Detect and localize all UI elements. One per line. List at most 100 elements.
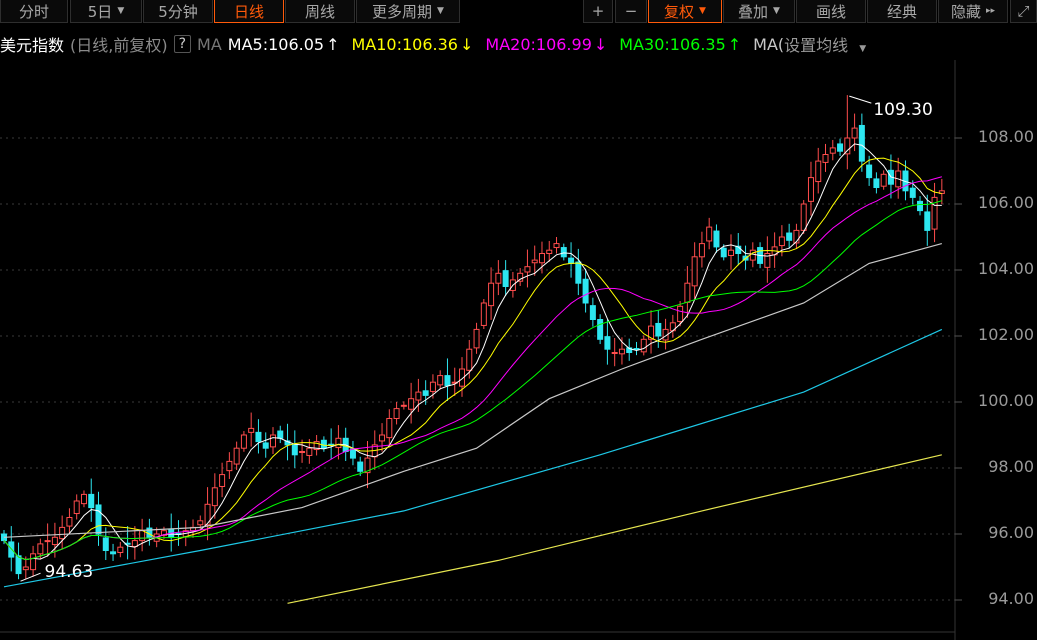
chevron-down-icon: ▼	[859, 44, 867, 54]
candle-up	[393, 408, 400, 420]
candle-up	[131, 540, 138, 548]
ma30-arrow-icon: ↑	[727, 34, 742, 54]
candle-up	[851, 127, 858, 139]
toolbar-button-6[interactable]: 隐藏 ▸▸	[938, 0, 1008, 23]
chevron-down-icon: ▼	[437, 6, 444, 16]
candle-up	[706, 226, 713, 242]
candle-up	[415, 391, 422, 401]
candle-down	[88, 493, 95, 509]
toolbar-button-0[interactable]: 分时	[0, 0, 68, 23]
candle-up	[524, 266, 531, 273]
candle-down	[917, 200, 924, 212]
candle-up	[44, 540, 51, 543]
price-tick-label: 104.00	[978, 259, 1034, 278]
ma20-arrow-icon: ↓	[593, 34, 608, 54]
toolbar-button-4[interactable]: 画线	[796, 0, 866, 23]
candle-down	[597, 319, 604, 340]
candle-up	[429, 381, 436, 392]
candle-up	[640, 338, 647, 353]
candle-up	[408, 398, 415, 410]
candle-down	[589, 305, 596, 320]
candle-up	[233, 447, 240, 465]
candle-down	[95, 504, 102, 535]
candle-up	[778, 236, 785, 247]
candle-up	[400, 404, 407, 407]
toolbar-button-3[interactable]: 叠加 ▼	[723, 0, 795, 23]
toolbar-button-label: ⤢	[1017, 2, 1030, 20]
toolbar-button-5[interactable]: 更多周期 ▼	[356, 0, 460, 23]
toolbar-button-label: −	[624, 2, 638, 20]
help-button[interactable]: ?	[173, 35, 192, 53]
toolbar-button-label: 5分钟	[158, 2, 198, 21]
toolbar-button-2[interactable]: 复权 ▼	[648, 0, 722, 23]
candle-up	[822, 154, 829, 163]
candle-up	[269, 434, 276, 448]
toolbar-button-label: 复权	[664, 2, 695, 21]
candle-up	[728, 249, 734, 256]
candle-up	[495, 272, 502, 284]
toolbar-button-1[interactable]: −	[615, 0, 647, 23]
candle-up	[248, 427, 255, 433]
candle-up	[815, 160, 822, 183]
toolbar-button-label: 日线	[233, 2, 264, 21]
candle-up	[73, 500, 80, 515]
candle-down	[277, 430, 284, 439]
toolbar-button-4[interactable]: 周线	[285, 0, 355, 23]
candle-up	[618, 348, 625, 355]
candle-up	[880, 173, 887, 187]
candle-down	[502, 270, 509, 288]
toolbar-button-0[interactable]: +	[583, 0, 613, 23]
candle-up	[677, 305, 684, 322]
toolbar-button-label: +	[591, 2, 605, 20]
toolbar-button-label: 周线	[304, 2, 335, 21]
candle-down	[909, 187, 916, 198]
candle-up	[611, 352, 618, 354]
ma60-value: MA(	[753, 34, 785, 54]
candle-up	[197, 520, 204, 526]
toolbar-button-7[interactable]: ⤢	[1010, 0, 1037, 23]
candle-up	[379, 434, 386, 442]
ma30-value: MA30:106.35	[619, 34, 726, 54]
candle-up	[117, 546, 124, 553]
ma10-value: MA10:106.36	[351, 34, 458, 54]
ma-settings-button[interactable]: 设置均线 ▼	[784, 32, 872, 56]
toolbar-button-5[interactable]: 经典	[867, 0, 937, 23]
candle-down	[655, 322, 662, 337]
candle-up	[37, 543, 44, 555]
candle-down	[102, 537, 109, 551]
toolbar-button-label: 隐藏	[950, 2, 981, 21]
candle-up	[800, 203, 807, 231]
candle-up	[66, 517, 73, 527]
period-info: (日线,前复权)	[70, 36, 168, 55]
candle-down	[720, 247, 727, 258]
candle-down	[568, 257, 575, 264]
candlestick-chart[interactable]: 109.30 94.63	[0, 60, 1037, 640]
candle-down	[924, 211, 931, 231]
candle-down	[349, 448, 356, 459]
candle-up	[844, 137, 851, 155]
candle-down	[873, 178, 880, 188]
candle-up	[219, 474, 226, 487]
candle-down	[560, 247, 567, 258]
toolbar-button-label: 5日	[87, 2, 113, 21]
candle-up	[437, 375, 444, 386]
chevron-down-icon: ▸▸	[985, 6, 996, 16]
price-tick-label: 108.00	[978, 127, 1034, 146]
candle-down	[15, 555, 22, 575]
ma-settings-label: 设置均线	[784, 36, 849, 55]
candle-up	[386, 418, 393, 439]
toolbar-button-label: 画线	[815, 2, 846, 21]
candle-up	[546, 249, 553, 254]
toolbar-button-2[interactable]: 5分钟	[143, 0, 213, 23]
toolbar-button-1[interactable]: 5日 ▼	[70, 0, 142, 23]
candle-down	[713, 230, 720, 248]
toolbar-button-label: 叠加	[738, 2, 769, 21]
candle-down	[866, 164, 873, 179]
candle-up	[59, 526, 66, 540]
candle-down	[422, 390, 429, 396]
candle-up	[553, 243, 560, 249]
candle-down	[604, 336, 611, 350]
toolbar-button-3[interactable]: 日线	[214, 0, 284, 23]
candle-up	[698, 243, 705, 258]
ma20-value: MA20:106.99	[485, 34, 592, 54]
